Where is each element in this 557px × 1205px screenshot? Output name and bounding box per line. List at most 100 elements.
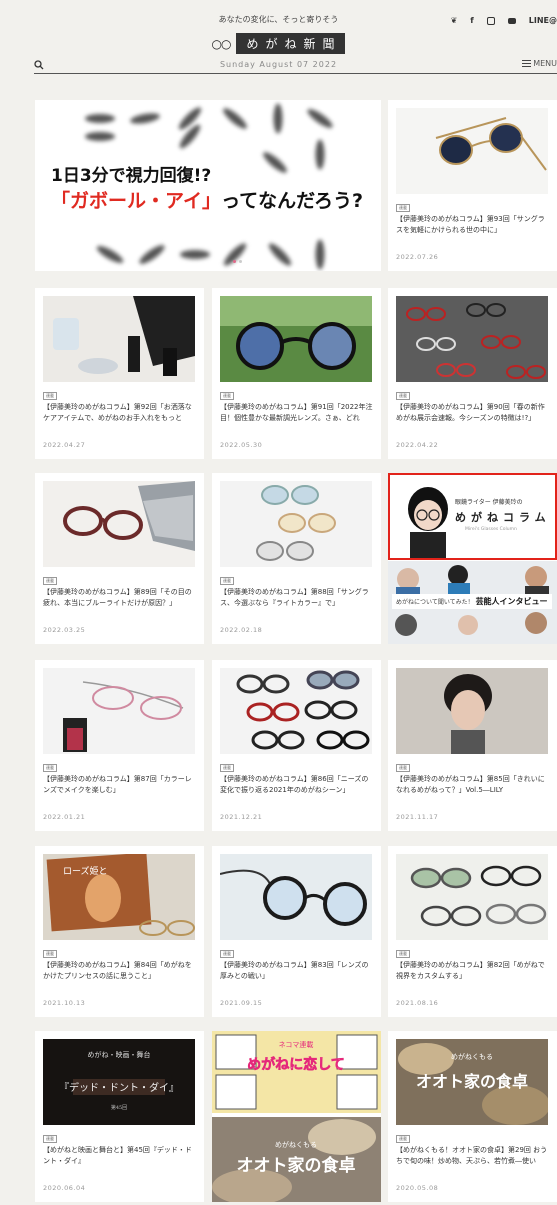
promo-caption: Mirei's Glasses Column: [465, 527, 517, 532]
interview-label: めがねについて聞いてみた！ 芸能人インタビュー: [392, 594, 552, 609]
thumb-heading: めがねくもる: [451, 1052, 493, 1061]
manga-series-banner[interactable]: ネコマ連載 めがねに恋して: [212, 1031, 381, 1113]
article-card[interactable]: 連載 【伊藤美玲のめがねコラム】第82回「めがねで視界をカスタムする」 2021…: [388, 846, 557, 1017]
article-date: 2022.02.18: [220, 626, 263, 634]
article-title: 【伊藤美玲のめがねコラム】第92回「お洒落なケアアイテムで、めがねのお手入れをも…: [43, 403, 192, 422]
gabor-patch: [137, 242, 167, 267]
category-tag: 連載: [396, 764, 410, 772]
promo-subtitle: 眼鏡ライター 伊藤美玲の: [455, 499, 523, 506]
gabor-patch: [315, 139, 325, 170]
article-card[interactable]: 連載 【伊藤美玲のめがねコラム】第89回「その目の疲れ、本当にブルーライトだけが…: [35, 473, 204, 644]
article-card[interactable]: 連載 【伊藤美玲のめがねコラム】第90回「春の新作めがね展示会速報。今シーズンの…: [388, 288, 557, 459]
article-card[interactable]: 連載 【伊藤美玲のめがねコラム】第91回「2022年注目！個性豊かな最新調光レン…: [212, 288, 381, 459]
thumb-heading: めがね・映画・舞台: [88, 1050, 151, 1059]
article-date: 2021.12.21: [220, 813, 263, 821]
article-date: 2022.03.25: [43, 626, 86, 634]
gabor-patch: [260, 149, 290, 176]
category-tag: 連載: [43, 577, 57, 585]
article-thumbnail: [396, 108, 548, 194]
gabor-patch: [94, 243, 126, 266]
category-tag: 連載: [43, 1135, 57, 1143]
celebrity-interview-banner[interactable]: めがねについて聞いてみた！ 芸能人インタビュー: [388, 561, 557, 644]
article-card[interactable]: 連載 【伊藤美玲のめがねコラム】第88回「サングラス、今選ぶなら『ライトカラー』…: [212, 473, 381, 644]
gabor-patch: [266, 240, 294, 269]
promo-title: めがねコラム: [455, 511, 551, 524]
logo-text: めがね新聞: [236, 33, 346, 54]
article-thumbnail: [396, 296, 548, 382]
glasses-logo-icon: ○○: [211, 36, 232, 51]
ooto-title: オオト家の食卓: [237, 1155, 356, 1176]
article-thumbnail: [396, 668, 548, 754]
article-title: 【伊藤美玲のめがねコラム】第86回「ニーズの変化で振り返る2021年のめがねシー…: [220, 775, 369, 794]
article-card[interactable]: めがねくもる オオト家の食卓 連載 【めがねくもる！オオト家の食卓】第29回 お…: [388, 1031, 557, 1202]
article-date: 2021.08.16: [396, 999, 439, 1007]
article-title: 【伊藤美玲のめがねコラム】第87回「カラーレンズでメイクを楽しむ」: [43, 775, 192, 794]
article-date: 2022.07.26: [396, 253, 439, 261]
article-card[interactable]: めがね・映画・舞台 『デッド・ドント・ダイ』 第45回 連載 【めがねと映画と舞…: [35, 1031, 204, 1202]
article-date: 2021.09.15: [220, 999, 263, 1007]
thumb-title: 『デッド・ドント・ダイ』: [59, 1081, 179, 1094]
category-tag: 連載: [396, 204, 410, 212]
gabor-patch: [221, 240, 249, 269]
twitter-icon[interactable]: ❦: [451, 16, 458, 25]
instagram-icon[interactable]: [486, 16, 495, 25]
hero-title-line2: 「ガボール・アイ」ってなんだろう?: [51, 190, 363, 212]
facebook-icon[interactable]: f: [470, 16, 473, 25]
header-date: Sunday August 07 2022: [219, 60, 338, 69]
article-thumbnail: [220, 854, 372, 940]
article-title: 【伊藤美玲のめがねコラム】第84回「めがねをかけたプリンセスの話に思うこと」: [43, 961, 192, 980]
article-card[interactable]: 連載 【伊藤美玲のめがねコラム】第87回「カラーレンズでメイクを楽しむ」 202…: [35, 660, 204, 831]
column-promo: 眼鏡ライター 伊藤美玲の めがねコラム Mirei's Glasses Colu…: [388, 473, 557, 644]
svg-text:ローズ姫と: ローズ姫と: [63, 865, 108, 877]
thumb-sub: 第45回: [111, 1104, 127, 1111]
article-thumbnail: [220, 481, 372, 567]
article-title: 【伊藤美玲のめがねコラム】第83回「レンズの厚みとの戦い」: [220, 961, 369, 980]
article-card[interactable]: 連載 【伊藤美玲のめがねコラム】第83回「レンズの厚みとの戦い」 2021.09…: [212, 846, 381, 1017]
hero-banner[interactable]: 1日3分で視力回復!? 「ガボール・アイ」ってなんだろう?: [35, 100, 381, 271]
category-tag: 連載: [43, 764, 57, 772]
article-date: 2021.10.13: [43, 999, 86, 1007]
article-title: 【伊藤美玲のめがねコラム】第93回「サングラスを気軽にかけられる世の中に」: [396, 215, 545, 234]
category-tag: 連載: [220, 577, 234, 585]
gabor-patch: [129, 111, 161, 126]
carousel-dots[interactable]: [233, 260, 242, 263]
category-tag: 連載: [43, 950, 57, 958]
article-thumbnail: [43, 481, 195, 567]
article-date: 2022.01.21: [43, 813, 86, 821]
article-thumbnail: [43, 668, 195, 754]
search-icon[interactable]: [34, 60, 44, 70]
article-date: 2022.04.27: [43, 441, 86, 449]
line-link[interactable]: LINE@: [529, 16, 557, 25]
article-title: 【伊藤美玲のめがねコラム】第91回「2022年注目！個性豊かな最新調光レンズ。さ…: [220, 403, 373, 422]
article-card[interactable]: 連載 【伊藤美玲のめがねコラム】第93回「サングラスを気軽にかけられる世の中に」…: [388, 100, 557, 271]
article-date: 2022.04.22: [396, 441, 439, 449]
ooto-series-banner[interactable]: めがねくもる オオト家の食卓: [212, 1117, 381, 1202]
article-thumbnail: [396, 854, 548, 940]
article-card[interactable]: 連載 【伊藤美玲のめがねコラム】第92回「お洒落なケアアイテムで、めがねのお手入…: [35, 288, 204, 459]
category-tag: 連載: [43, 392, 57, 400]
category-tag: 連載: [220, 764, 234, 772]
article-thumbnail: めがね・映画・舞台 『デッド・ドント・ダイ』 第45回: [43, 1039, 195, 1125]
article-card[interactable]: ローズ姫と 連載 【伊藤美玲のめがねコラム】第84回「めがねをかけたプリンセスの…: [35, 846, 204, 1017]
article-card[interactable]: 連載 【伊藤美玲のめがねコラム】第85回「きれいになれるめがねって？」Vol.5…: [388, 660, 557, 831]
gabor-patch: [305, 106, 335, 131]
menu-button[interactable]: MENU: [522, 59, 557, 68]
category-tag: 連載: [396, 950, 410, 958]
article-title: 【伊藤美玲のめがねコラム】第89回「その目の疲れ、本当にブルーライトだけが原因？…: [43, 588, 192, 607]
article-thumbnail: めがねくもる オオト家の食卓: [396, 1039, 548, 1125]
article-date: 2022.05.30: [220, 441, 263, 449]
category-tag: 連載: [220, 950, 234, 958]
article-title: 【伊藤美玲のめがねコラム】第85回「きれいになれるめがねって？」Vol.5―LI…: [396, 775, 545, 794]
site-logo[interactable]: ○○ めがね新聞: [0, 33, 557, 54]
category-tag: 連載: [220, 392, 234, 400]
gabor-patch: [85, 114, 115, 123]
gabor-patch: [220, 105, 250, 132]
article-title: 【伊藤美玲のめがねコラム】第88回「サングラス、今選ぶなら『ライトカラー』で」: [220, 588, 369, 607]
article-card[interactable]: 連載 【伊藤美玲のめがねコラム】第86回「ニーズの変化で振り返る2021年のめが…: [212, 660, 381, 831]
article-title: 【めがねくもる！オオト家の食卓】第29回 おうちで旬の味！炒め物、天ぷら、若竹煮…: [396, 1146, 548, 1165]
category-tag: 連載: [396, 392, 410, 400]
hamburger-icon: [522, 60, 532, 67]
gabor-patch: [85, 132, 115, 141]
megane-column-banner[interactable]: 眼鏡ライター 伊藤美玲の めがねコラム Mirei's Glasses Colu…: [388, 473, 557, 560]
youtube-icon[interactable]: [507, 17, 516, 24]
